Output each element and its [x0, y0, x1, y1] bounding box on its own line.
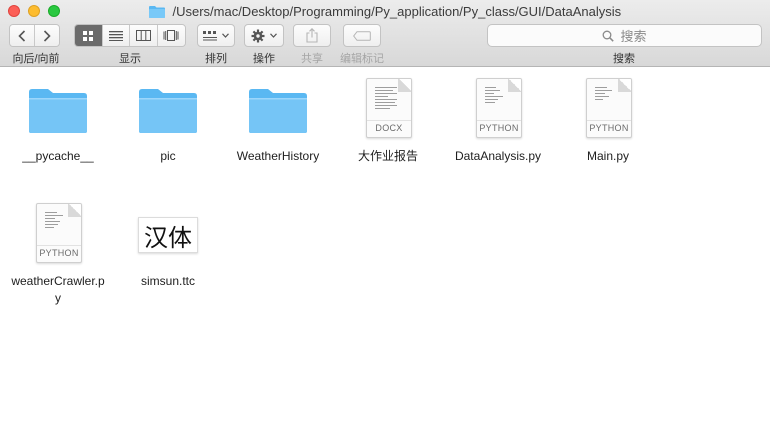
- folder-icon: [139, 89, 197, 133]
- file-name: DataAnalysis.py: [454, 149, 542, 163]
- file-item-pic[interactable]: pic: [123, 78, 213, 165]
- view-label: 显示: [119, 53, 141, 65]
- file-name: WeatherHistory: [236, 149, 320, 163]
- edit-tags-label: 编辑标记: [340, 53, 384, 65]
- python-file-icon: PYTHON: [586, 78, 632, 138]
- nav-label: 向后/向前: [12, 53, 60, 65]
- python-file-icon: PYTHON: [476, 78, 522, 138]
- share-label: 共享: [301, 53, 323, 65]
- arrange-button[interactable]: [197, 24, 235, 47]
- search-icon: [603, 30, 615, 42]
- folder-icon: [148, 6, 165, 18]
- file-name-line: weatherCrawler.p: [11, 274, 105, 288]
- window-title-bar: /Users/mac/Desktop/Programming/Py_applic…: [0, 3, 770, 21]
- file-name: weatherCrawler.p y: [6, 273, 110, 307]
- file-type-tag: PYTHON: [477, 120, 521, 133]
- file-item-pycache[interactable]: __pycache__: [13, 78, 103, 165]
- arrange-label: 排列: [205, 53, 227, 65]
- search-field[interactable]: 搜索: [487, 24, 762, 47]
- action-button[interactable]: [244, 24, 284, 47]
- arrange-grid-icon: [203, 30, 217, 40]
- folder-icon: [249, 89, 307, 133]
- cover-flow-button[interactable]: [157, 25, 185, 46]
- file-name: pic: [160, 149, 176, 163]
- view-mode-control: [74, 24, 186, 47]
- docx-document-icon: DOCX: [366, 78, 412, 138]
- list-icon: [108, 30, 123, 41]
- gear-icon: [251, 29, 265, 42]
- file-type-tag: PYTHON: [37, 245, 81, 258]
- file-type-tag: DOCX: [367, 120, 411, 133]
- share-icon: [306, 28, 318, 43]
- file-item-dataanalysis-py[interactable]: PYTHON DataAnalysis.py: [448, 78, 548, 165]
- window-title: /Users/mac/Desktop/Programming/Py_applic…: [172, 4, 622, 19]
- back-forward-control: [9, 24, 60, 47]
- font-file-icon: 汉体: [138, 217, 198, 253]
- file-name: 大作业报告: [357, 149, 418, 163]
- chevron-left-icon: [18, 29, 25, 42]
- search-label: 搜索: [613, 53, 635, 65]
- window-toolbar: /Users/mac/Desktop/Programming/Py_applic…: [0, 0, 770, 67]
- search-placeholder: 搜索: [620, 29, 647, 44]
- file-name: Main.py: [586, 149, 630, 163]
- file-item-report-docx[interactable]: DOCX 大作业报告: [343, 78, 433, 165]
- edit-tags-button[interactable]: [343, 24, 381, 47]
- back-button[interactable]: [10, 25, 35, 46]
- chevron-right-icon: [43, 29, 51, 42]
- list-view-button[interactable]: [102, 25, 130, 46]
- file-item-simsun-ttc[interactable]: 汉体 simsun.ttc: [123, 203, 213, 290]
- cover-flow-icon: [163, 30, 179, 41]
- column-view-button[interactable]: [130, 25, 158, 46]
- file-name-line: y: [55, 291, 61, 305]
- file-name: simsun.ttc: [140, 274, 195, 288]
- file-item-main-py[interactable]: PYTHON Main.py: [563, 78, 653, 165]
- chevron-down-icon: [270, 33, 277, 38]
- folder-icon: [29, 89, 87, 133]
- tag-icon: [353, 30, 371, 41]
- font-preview: 汉体: [144, 223, 192, 252]
- python-file-icon: PYTHON: [36, 203, 82, 263]
- chevron-down-icon: [222, 33, 229, 38]
- file-item-weathercrawler-py[interactable]: PYTHON weatherCrawler.p y: [6, 203, 110, 307]
- file-item-weatherhistory[interactable]: WeatherHistory: [228, 78, 328, 165]
- icon-view-button[interactable]: [75, 25, 103, 46]
- forward-button[interactable]: [34, 25, 59, 46]
- grid-icon: [83, 30, 94, 41]
- columns-icon: [135, 30, 151, 41]
- share-button[interactable]: [293, 24, 331, 47]
- file-type-tag: PYTHON: [587, 120, 631, 133]
- action-label: 操作: [253, 53, 275, 65]
- file-name: __pycache__: [22, 149, 94, 163]
